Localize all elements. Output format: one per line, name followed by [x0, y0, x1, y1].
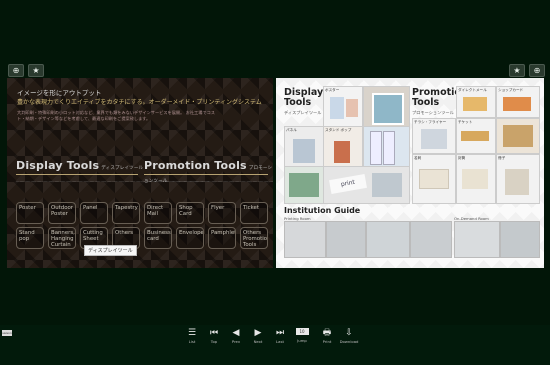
- prev-icon: ◀: [232, 328, 240, 338]
- promotion-item[interactable]: Ticket: [240, 202, 268, 224]
- bookmark-icon[interactable]: ★: [509, 64, 525, 77]
- list-icon: ☰: [187, 328, 197, 338]
- promotion-item[interactable]: Flyer: [208, 202, 236, 224]
- outdoor-poster-thumb[interactable]: [363, 86, 410, 128]
- on-demand-room-photo: [454, 221, 500, 258]
- display-item[interactable]: Outdoor Poster: [48, 202, 76, 224]
- poster-thumb[interactable]: ポスター: [323, 86, 363, 128]
- next-button[interactable]: ▶ Next: [249, 328, 267, 344]
- printing-room-photo: [410, 221, 452, 258]
- flipbook-viewer: ⊕ ★ ★ ⊕ イメージを形にアウトプット 豊かな表現力でくりエイティブをカタチ…: [0, 0, 550, 325]
- on-demand-room-photo: [500, 221, 540, 258]
- zoom-in-icon[interactable]: ⊕: [529, 64, 545, 77]
- printing-room-photo: [366, 221, 410, 258]
- right-display-sub: ディスプレイツール: [284, 110, 322, 115]
- stand-pop-thumb[interactable]: スタンド ポップ: [323, 126, 363, 168]
- right-zoom-controls: ★ ⊕: [509, 64, 545, 77]
- left-page[interactable]: イメージを形にアウトプット 豊かな表現力でくりエイティブをカタチにする。オーダー…: [7, 78, 273, 268]
- top-button[interactable]: ⏮ Top: [205, 328, 223, 344]
- pamphlet-thumb[interactable]: 冊子: [496, 154, 540, 204]
- display-item[interactable]: Poster: [16, 202, 44, 224]
- business-card-thumb[interactable]: 名刺: [412, 154, 456, 204]
- right-promotion-sub: プロモーションツール: [412, 110, 454, 115]
- right-promotion-title: Promotion Tools: [412, 87, 468, 108]
- left-zoom-controls: ⊕ ★: [8, 64, 44, 77]
- banner-thumb[interactable]: [363, 126, 410, 168]
- page-number-input[interactable]: 10: [295, 328, 309, 335]
- promotion-item[interactable]: Pamphlet: [208, 227, 236, 249]
- printalan-thumb[interactable]: print: [323, 166, 410, 204]
- left-subheadline: 豊かな表現力でくりエイティブをカタチにする。オーダーメイド・プリンティングシステ…: [17, 99, 262, 106]
- display-item[interactable]: Panel: [80, 202, 108, 224]
- download-button[interactable]: ⇩ Download: [340, 328, 359, 344]
- print-button[interactable]: 🖶 Print: [318, 328, 336, 344]
- ticket-thumb[interactable]: チケット: [456, 118, 496, 154]
- left-headline: イメージを形にアウトプット: [17, 89, 102, 97]
- right-page[interactable]: Display Tools ディスプレイツール ポスター パネル スタンド ポッ…: [276, 78, 544, 268]
- brand-logo: saison: [2, 330, 12, 336]
- direct-mail-thumb[interactable]: ダイレクトメール: [456, 86, 496, 118]
- promotion-item[interactable]: Envelope: [176, 227, 204, 249]
- display-tools-grid: Poster Outdoor Poster Panel Tapestry Sta…: [16, 202, 140, 249]
- envelope-thumb[interactable]: 封筒: [456, 154, 496, 204]
- cutting-sheet-thumb[interactable]: [284, 166, 324, 204]
- last-page-icon: ⏭: [275, 328, 285, 338]
- promotion-item[interactable]: Shop Card: [176, 202, 204, 224]
- promotion-item[interactable]: Business card: [144, 227, 172, 249]
- jump-control[interactable]: 10 Jump: [293, 328, 311, 343]
- promotion-item[interactable]: Others Promotion Tools: [240, 227, 268, 249]
- display-item[interactable]: Tapestry: [112, 202, 140, 224]
- bookmark-icon[interactable]: ★: [28, 64, 44, 77]
- next-icon: ▶: [254, 328, 262, 338]
- printing-room-photo: [284, 221, 326, 258]
- list-button[interactable]: ☰ List: [183, 328, 201, 344]
- first-page-icon: ⏮: [209, 328, 219, 338]
- hover-tooltip: ディスプレイツール: [84, 245, 137, 256]
- promotion-item[interactable]: Direct Mail: [144, 202, 172, 224]
- display-tools-heading: Display Tools ディスプレイツール: [16, 159, 144, 172]
- display-divider: [16, 174, 138, 175]
- prev-button[interactable]: ◀ Prev: [227, 328, 245, 344]
- download-icon: ⇩: [345, 328, 353, 338]
- zoom-in-icon[interactable]: ⊕: [8, 64, 24, 77]
- flyer-thumb[interactable]: チラシ・フライヤー: [412, 118, 456, 154]
- display-item[interactable]: Banners, Hanging Curtain: [48, 227, 76, 249]
- print-icon: 🖶: [322, 328, 332, 338]
- last-button[interactable]: ⏭ Last: [271, 328, 289, 344]
- display-blurb: ........................................…: [16, 178, 210, 183]
- promotion-blurb: ........................................…: [144, 178, 273, 183]
- institution-guide-title: Institution Guide: [284, 206, 361, 215]
- printing-room-photo: [326, 221, 366, 258]
- panel-thumb[interactable]: パネル: [284, 126, 324, 168]
- display-item[interactable]: Stand pop: [16, 227, 44, 249]
- left-intro: 大判印刷・特殊印刷の小ロット対応など、業界でも類をみないデザインサービスを展開。…: [17, 110, 215, 121]
- shop-card-thumb[interactable]: ショップカード: [496, 86, 540, 118]
- tickets-stack-thumb[interactable]: [496, 118, 540, 154]
- promotion-tools-grid: Direct Mail Shop Card Flyer Ticket Busin…: [144, 202, 268, 249]
- promotion-divider: [144, 174, 268, 175]
